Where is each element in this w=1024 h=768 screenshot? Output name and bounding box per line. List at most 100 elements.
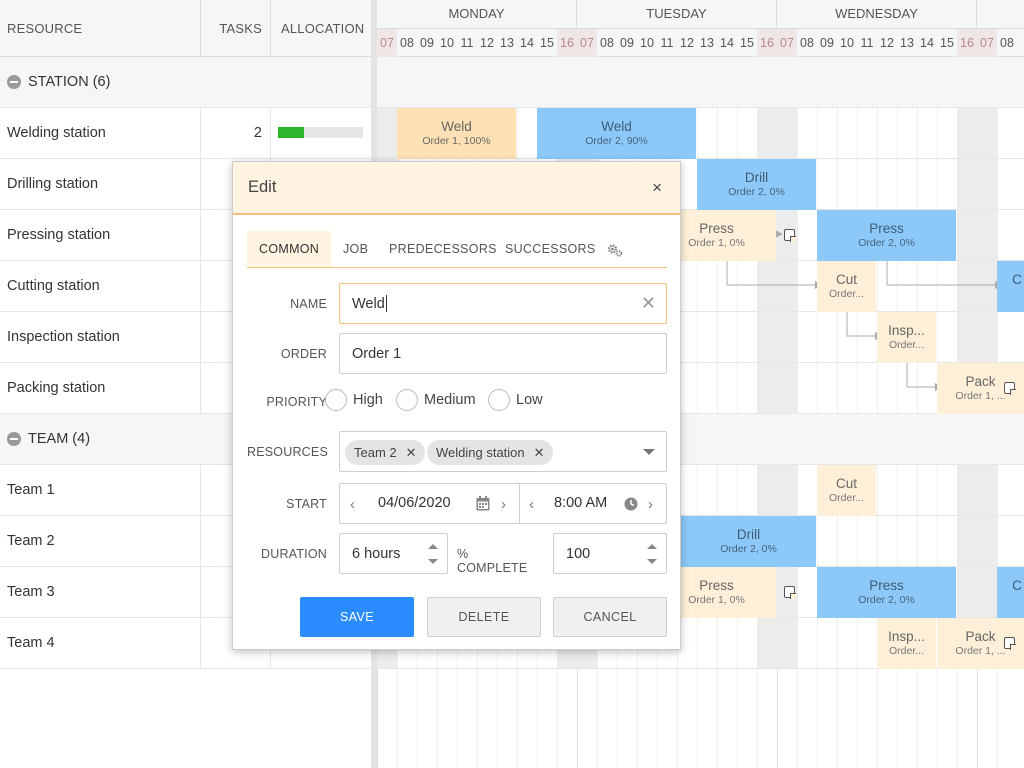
priority-low-radio[interactable] xyxy=(488,389,510,411)
tab-successors[interactable]: SUCCESSORS xyxy=(505,231,596,267)
order-input[interactable]: Order 1 xyxy=(339,333,667,374)
priority-high-label[interactable]: High xyxy=(353,392,383,408)
resources-multiselect[interactable]: Team 2 ✕ Welding station ✕ xyxy=(339,431,667,472)
task-bar[interactable]: Press Order 2, 0% xyxy=(817,567,956,618)
task-bar[interactable]: Weld Order 1, 100% xyxy=(397,108,516,159)
hour-label: 10 xyxy=(840,36,854,50)
task-bar[interactable]: Weld Order 2, 90% xyxy=(537,108,696,159)
hour-label: 15 xyxy=(740,36,754,50)
name-label: NAME xyxy=(290,297,327,311)
hour-label: 10 xyxy=(640,36,654,50)
chevron-right-icon[interactable]: › xyxy=(501,496,506,513)
task-bar[interactable]: Insp... Order... xyxy=(877,312,936,363)
collapse-icon[interactable] xyxy=(7,432,21,446)
chevron-left-icon[interactable]: ‹ xyxy=(529,496,534,513)
priority-medium-radio[interactable] xyxy=(396,389,418,411)
note-icon[interactable] xyxy=(784,586,796,599)
hour-label: 15 xyxy=(940,36,954,50)
resource-row[interactable]: Welding station 2 xyxy=(0,107,371,159)
close-icon[interactable]: × xyxy=(652,178,662,198)
hour-label: 15 xyxy=(540,36,554,50)
task-bar[interactable]: Drill Order 2, 0% xyxy=(697,159,816,210)
resource-name: Team 2 xyxy=(7,533,55,549)
chevron-left-icon[interactable]: ‹ xyxy=(350,496,355,513)
task-bar[interactable]: Drill Order 2, 0% xyxy=(681,516,816,567)
priority-high-radio[interactable] xyxy=(325,389,347,411)
allocation-cell xyxy=(270,107,371,159)
name-input-value: Weld xyxy=(352,295,385,312)
hour-label: 16 xyxy=(757,29,777,57)
field-divider xyxy=(519,484,520,523)
duration-value: 6 hours xyxy=(352,545,401,562)
chevron-right-icon[interactable]: › xyxy=(648,496,653,513)
day-label: MONDAY xyxy=(377,0,577,28)
complete-label: % COMPLETE xyxy=(457,547,528,575)
resource-chip: Team 2 ✕ xyxy=(345,440,425,465)
day-header: MONDAY TUESDAY WEDNESDAY xyxy=(377,0,1024,28)
delete-button[interactable]: DELETE xyxy=(427,597,541,637)
hour-label: 13 xyxy=(900,36,914,50)
priority-low-label[interactable]: Low xyxy=(516,392,543,408)
start-datetime-field[interactable]: ‹ 04/06/2020 › ‹ 8:00 AM › xyxy=(339,483,667,524)
column-header-tasks[interactable]: TASKS xyxy=(200,0,270,57)
remove-chip-icon[interactable]: ✕ xyxy=(534,445,545,461)
remove-chip-icon[interactable]: ✕ xyxy=(406,445,417,461)
save-button[interactable]: SAVE xyxy=(300,597,414,637)
hour-label: 08 xyxy=(800,36,814,50)
spin-up-icon[interactable] xyxy=(428,544,438,549)
dropdown-arrow-icon[interactable] xyxy=(643,449,655,455)
name-input[interactable]: Weld ✕ xyxy=(339,283,667,324)
priority-medium-label[interactable]: Medium xyxy=(424,392,476,408)
tab-predecessors[interactable]: PREDECESSORS xyxy=(389,231,497,267)
resource-chip: Welding station ✕ xyxy=(427,440,553,465)
calendar-icon[interactable] xyxy=(476,496,490,511)
percent-complete-input[interactable]: 100 xyxy=(553,533,667,574)
task-bar[interactable]: C xyxy=(997,567,1024,618)
cancel-button[interactable]: CANCEL xyxy=(553,597,667,637)
note-icon[interactable] xyxy=(784,229,796,242)
duration-input[interactable]: 6 hours xyxy=(339,533,448,574)
task-bar[interactable]: Press Order 2, 0% xyxy=(817,210,956,261)
percent-complete-value: 100 xyxy=(566,545,591,562)
task-bar[interactable]: Cut Order... xyxy=(817,465,876,516)
tab-job[interactable]: JOB xyxy=(343,231,368,267)
hour-label: 12 xyxy=(680,36,694,50)
hour-label: 08 xyxy=(400,36,414,50)
note-icon[interactable] xyxy=(1004,637,1016,650)
group-label: TEAM (4) xyxy=(28,431,91,447)
settings-gear-icon[interactable] xyxy=(607,243,623,257)
hour-label: 11 xyxy=(860,36,874,50)
collapse-icon[interactable] xyxy=(7,75,21,89)
spin-down-icon[interactable] xyxy=(428,559,438,564)
task-count: 2 xyxy=(200,107,270,159)
task-bar[interactable]: Insp... Order... xyxy=(877,618,936,669)
start-time-value[interactable]: 8:00 AM xyxy=(554,495,607,511)
spin-up-icon[interactable] xyxy=(647,544,657,549)
priority-label: PRIORITY xyxy=(266,395,327,409)
hour-label: 12 xyxy=(880,36,894,50)
dialog-header: Edit × xyxy=(233,162,680,215)
note-icon[interactable] xyxy=(1004,382,1016,395)
column-header-allocation[interactable]: ALLOCATION xyxy=(270,0,371,57)
group-row-station[interactable]: STATION (6) xyxy=(0,57,371,108)
task-bar[interactable]: C xyxy=(997,261,1024,312)
resource-name: Cutting station xyxy=(7,278,100,294)
spin-down-icon[interactable] xyxy=(647,559,657,564)
clock-icon[interactable] xyxy=(624,497,638,511)
hour-label: 09 xyxy=(420,36,434,50)
task-bar[interactable]: Cut Order... xyxy=(817,261,876,312)
start-date-value[interactable]: 04/06/2020 xyxy=(378,495,451,511)
clear-icon[interactable]: ✕ xyxy=(641,293,656,314)
hour-label: 11 xyxy=(460,36,474,50)
hour-label: 09 xyxy=(820,36,834,50)
hour-label: 11 xyxy=(660,36,674,50)
hour-label: 13 xyxy=(700,36,714,50)
hour-label: 12 xyxy=(480,36,494,50)
dialog-title: Edit xyxy=(248,178,277,196)
tab-common[interactable]: COMMON xyxy=(247,231,332,267)
column-header-resource[interactable]: RESOURCE xyxy=(7,0,82,57)
hour-label: 07 xyxy=(777,29,797,57)
group-label: STATION (6) xyxy=(28,74,111,90)
dependency-arrow xyxy=(846,311,877,337)
resource-chip-label: Team 2 xyxy=(354,445,397,460)
